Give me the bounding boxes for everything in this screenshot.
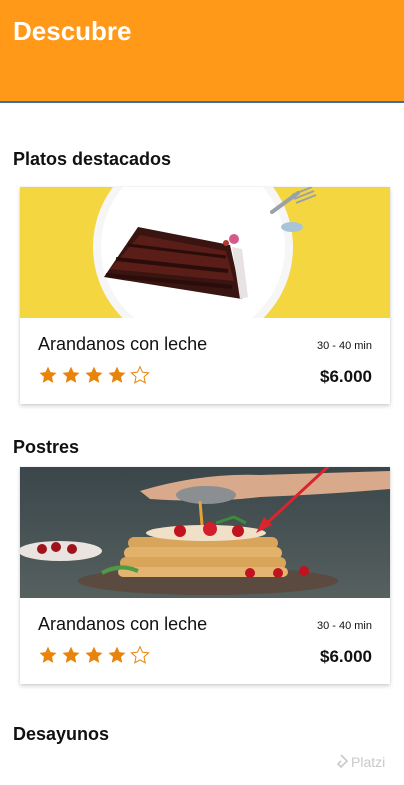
platzi-watermark: Platzi [334, 754, 385, 770]
star-filled-icon [62, 646, 80, 663]
star-filled-icon [62, 366, 80, 383]
section-title-desayunos: Desayunos [13, 724, 110, 744]
dish-time: 30 - 40 min [316, 620, 372, 632]
star-outline-icon [130, 365, 150, 384]
pancakes-image [20, 467, 390, 598]
star-filled-icon [85, 646, 103, 663]
section-title-platos-destacados: Platos destacados [13, 149, 172, 169]
star-filled-icon [39, 366, 57, 383]
star-outline-icon [130, 645, 150, 664]
dish-price: $6.000 [320, 647, 372, 666]
star-filled-icon [108, 366, 126, 383]
star-filled-icon [108, 646, 126, 663]
page-title: Descubre [13, 16, 132, 46]
watermark-text: Platzi [351, 754, 386, 770]
star-filled-icon [39, 646, 57, 663]
dish-card[interactable]: Arandanos con leche 30 - 40 min $6.000 [20, 187, 390, 404]
dish-name: Arandanos con leche [38, 614, 208, 634]
section-title-postres: Postres [13, 437, 80, 457]
rating-stars [38, 645, 150, 665]
chocolate-cake-image [20, 187, 390, 318]
dish-price: $6.000 [320, 367, 372, 386]
star-filled-icon [85, 366, 103, 383]
dish-card[interactable]: Arandanos con leche 30 - 40 min $6.000 [20, 467, 390, 684]
rating-stars [38, 365, 150, 385]
dish-time: 30 - 40 min [316, 340, 372, 352]
platzi-logo-icon [336, 754, 348, 769]
dish-name: Arandanos con leche [38, 334, 208, 354]
app-header: Descubre [0, 0, 404, 103]
